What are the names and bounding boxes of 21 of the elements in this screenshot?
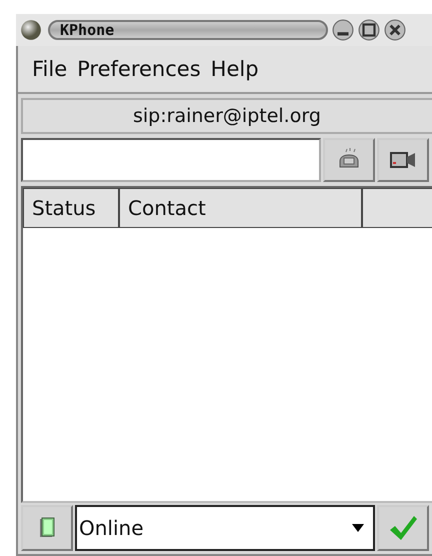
checkmark-icon [388,514,418,542]
maximize-icon[interactable] [358,19,380,41]
dial-button[interactable] [323,138,375,182]
menu-item[interactable]: File [32,57,68,81]
camera-button[interactable] [377,138,429,182]
minimize-icon[interactable] [332,19,354,41]
address-field[interactable] [21,138,321,182]
column-header[interactable]: Status [23,188,119,228]
close-icon[interactable] [384,19,406,41]
column-header [362,188,432,228]
apply-button[interactable] [377,505,429,551]
identity-button[interactable]: sip:rainer@iptel.org [21,98,432,134]
dropdown-arrow-icon [351,523,365,533]
window-menu-icon[interactable] [20,19,42,41]
presence-button[interactable] [21,505,73,551]
menu-item[interactable]: Preferences [77,57,201,81]
book-icon [37,516,57,540]
column-header[interactable]: Contact [119,188,362,228]
window-title: KPhone [60,21,114,39]
menu-item[interactable]: Help [210,57,259,81]
status-combo[interactable]: Online [75,505,375,551]
